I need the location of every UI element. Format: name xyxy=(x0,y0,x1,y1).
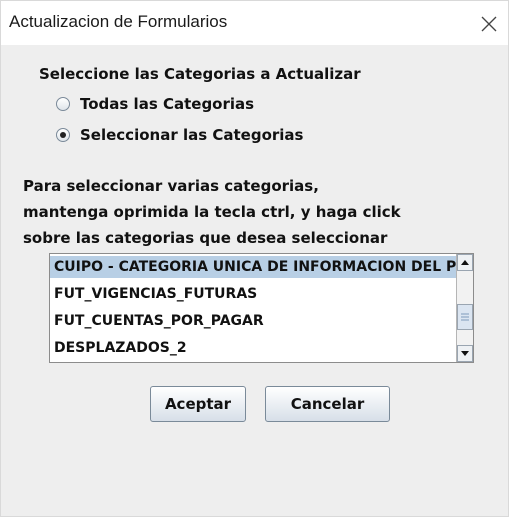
arrow-down-icon xyxy=(461,351,469,356)
accept-button[interactable]: Aceptar xyxy=(150,386,246,422)
radio-all-categories[interactable]: Todas las Categorias xyxy=(56,93,254,115)
list-item-fut-vigencias-futuras[interactable]: FUT_VIGENCIAS_FUTURAS xyxy=(50,283,457,305)
close-button[interactable] xyxy=(470,5,506,41)
scroll-down-button[interactable] xyxy=(457,345,473,362)
list-item-cuipo[interactable]: CUIPO - CATEGORIA UNICA DE INFORMACION D… xyxy=(50,256,457,278)
window-title: Actualizacion de Formularios xyxy=(9,12,228,31)
scroll-thumb[interactable] xyxy=(457,304,473,330)
radio-select-categories[interactable]: Seleccionar las Categorias xyxy=(56,124,303,146)
grip-icon xyxy=(461,313,469,321)
dialog: Actualizacion de Formularios Seleccione … xyxy=(0,0,509,517)
radio-label: Seleccionar las Categorias xyxy=(80,126,304,144)
list-scrollbar[interactable] xyxy=(456,254,473,362)
instructions-line-2: mantenga oprimida la tecla ctrl, y haga … xyxy=(23,203,401,221)
list-item-fut-cuentas-por-pagar[interactable]: FUT_CUENTAS_POR_PAGAR xyxy=(50,310,457,332)
close-icon xyxy=(481,16,497,32)
radio-button[interactable] xyxy=(56,128,70,142)
arrow-up-icon xyxy=(461,260,469,265)
radio-label: Todas las Categorias xyxy=(80,95,255,113)
list-item-desplazados-2[interactable]: DESPLAZADOS_2 xyxy=(50,337,457,359)
cancel-button[interactable]: Cancelar xyxy=(265,386,390,422)
radio-button[interactable] xyxy=(56,97,70,111)
prompt-label: Seleccione las Categorias a Actualizar xyxy=(39,65,361,83)
scroll-up-button[interactable] xyxy=(457,254,473,271)
instructions-line-3: sobre las categorias que desea seleccion… xyxy=(23,229,388,247)
categories-list[interactable]: CUIPO - CATEGORIA UNICA DE INFORMACION D… xyxy=(49,253,474,363)
instructions-line-1: Para seleccionar varias categorias, xyxy=(23,177,319,195)
title-bar[interactable]: Actualizacion de Formularios xyxy=(1,1,508,45)
